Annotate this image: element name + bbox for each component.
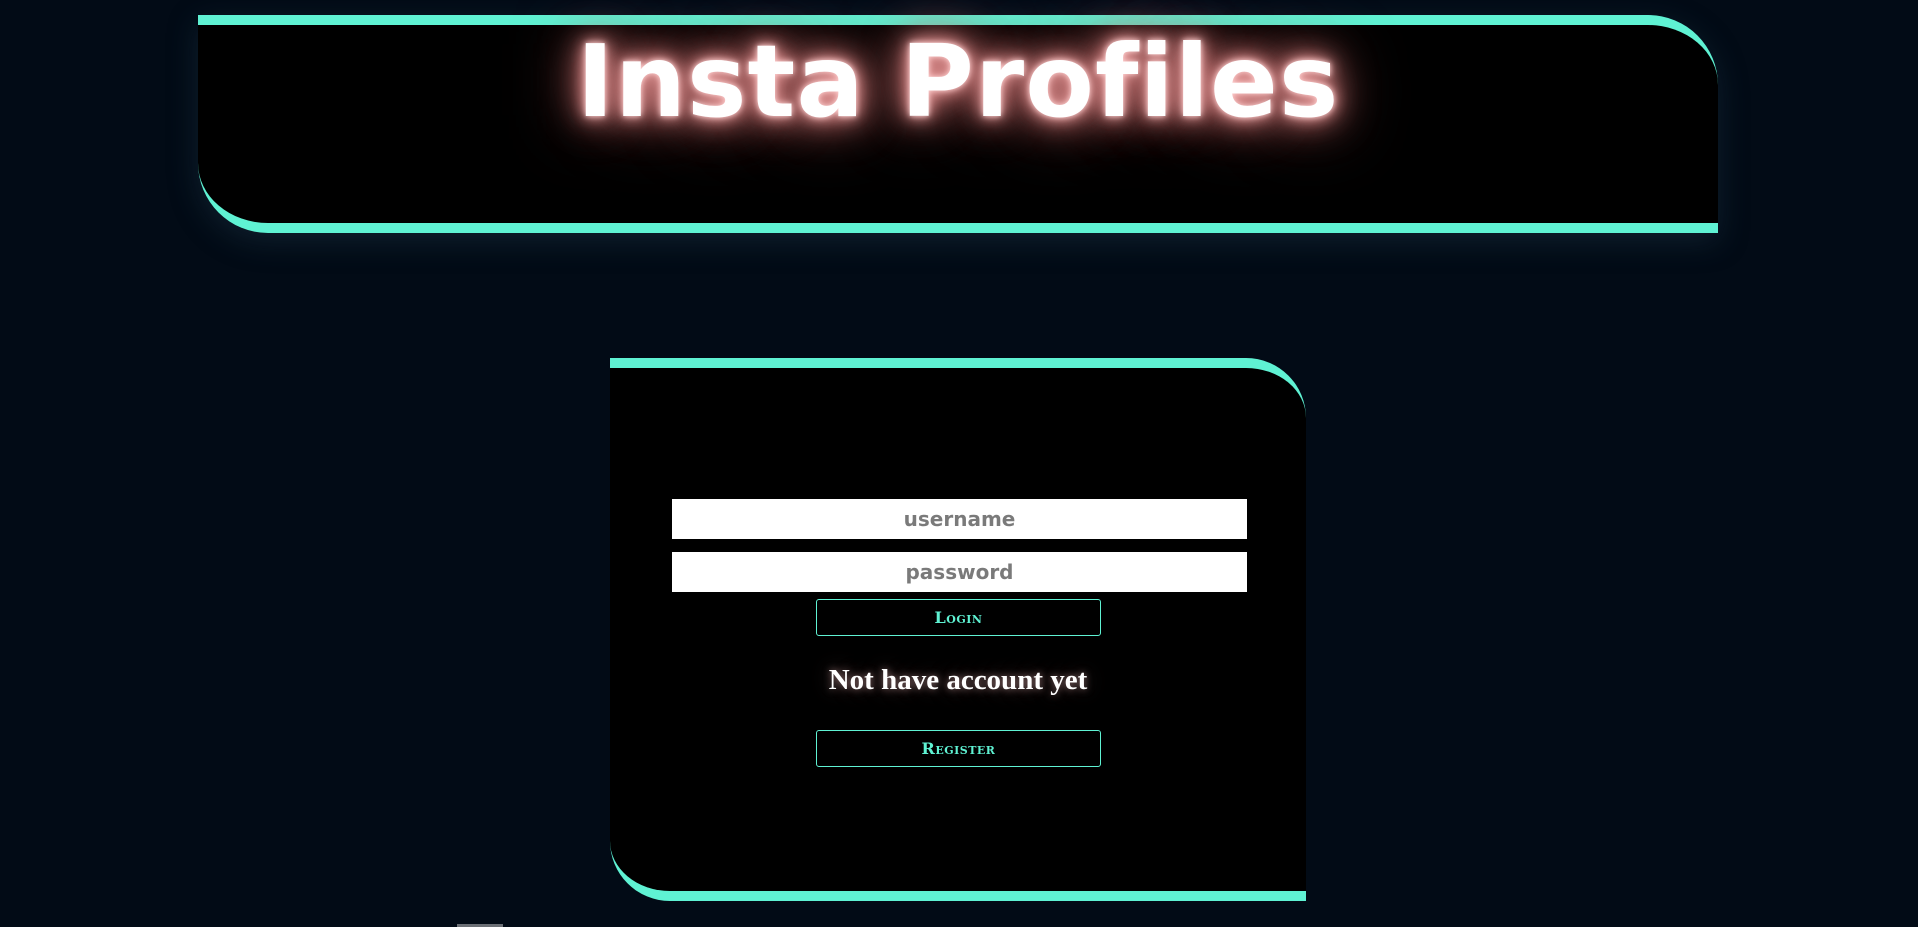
username-input[interactable]: [672, 499, 1247, 539]
login-button[interactable]: Login: [816, 599, 1101, 636]
password-input[interactable]: [672, 552, 1247, 592]
register-button[interactable]: Register: [816, 730, 1101, 767]
page: Insta Profiles Login Not have account ye…: [0, 0, 1918, 927]
login-card: Login Not have account yet Register: [610, 358, 1306, 901]
site-title: Insta Profiles: [576, 23, 1340, 140]
header-banner: Insta Profiles: [198, 15, 1718, 233]
register-prompt: Not have account yet: [828, 664, 1088, 696]
